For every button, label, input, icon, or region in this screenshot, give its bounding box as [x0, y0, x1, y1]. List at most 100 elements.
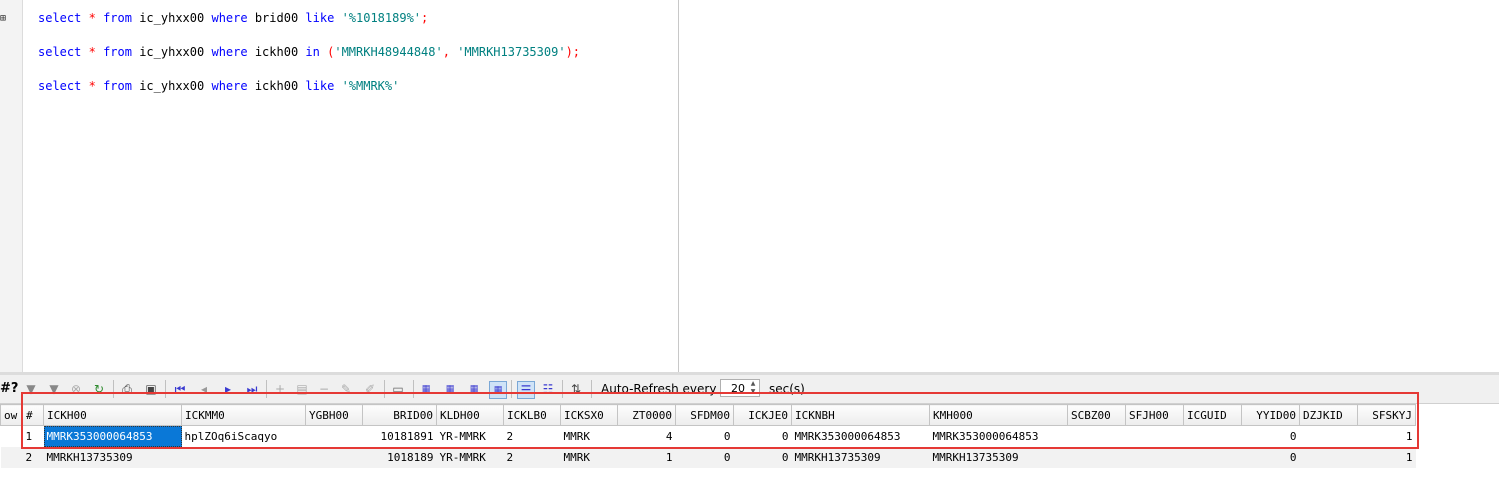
column-header-sfdm00[interactable]: SFDM00 — [675, 404, 734, 426]
cell-zt0000[interactable]: 1 — [617, 447, 676, 468]
cell-brid00[interactable]: 1018189 — [362, 447, 437, 468]
spinner-arrows-icon[interactable]: ▲ ▼ — [748, 380, 758, 396]
cell-kldh00[interactable]: YR-MMRK — [436, 447, 504, 468]
cell-icksx0[interactable]: MMRK — [560, 447, 618, 468]
insert-record-icon[interactable]: + — [272, 381, 288, 397]
column-header-icknbh[interactable]: ICKNBH — [791, 404, 930, 426]
cell-sfdm00[interactable]: 0 — [675, 425, 734, 447]
sql-line-3[interactable]: select * from ic_yhxx00 where ickh00 lik… — [38, 78, 399, 94]
sql-line-2[interactable]: select * from ic_yhxx00 where ickh00 in … — [38, 44, 580, 60]
auto-refresh-interval-spinner[interactable]: 20 ▲ ▼ — [720, 379, 760, 397]
cell-scbz00[interactable] — [1067, 447, 1126, 468]
last-record-icon[interactable]: ⏭ — [244, 381, 260, 397]
row-selector[interactable] — [0, 447, 23, 468]
sql-token: ickh00 — [254, 45, 299, 59]
editor-vertical-splitter[interactable] — [678, 0, 679, 372]
column-header-ickje0[interactable]: ICKJE0 — [733, 404, 792, 426]
column-header-ickmm0[interactable]: ICKMM0 — [181, 404, 306, 426]
cell-icguid[interactable] — [1183, 425, 1242, 447]
cell-ickje0[interactable]: 0 — [733, 425, 792, 447]
cell-ickmm0[interactable] — [181, 447, 306, 468]
column-header-icklb0[interactable]: ICKLB0 — [503, 404, 561, 426]
sql-editor[interactable]: ⊞ select * from ic_yhxx00 where brid00 l… — [0, 0, 1499, 372]
cell-dzjkid[interactable] — [1299, 447, 1358, 468]
delete-record-icon[interactable]: − — [316, 381, 332, 397]
sql-token: ic_yhxx00 — [139, 11, 205, 25]
filter-icon[interactable]: ▼ — [23, 381, 39, 397]
row-selector[interactable] — [0, 425, 23, 447]
column-header-zt0000[interactable]: ZT0000 — [617, 404, 676, 426]
cell-ickh00[interactable]: MMRK353000064853 — [43, 425, 182, 447]
cell-brid00[interactable]: 10181891 — [362, 425, 437, 447]
clear-filter-icon[interactable]: ▦ — [466, 381, 482, 397]
auto-refresh-icon[interactable]: ⇅ — [568, 381, 584, 397]
column-header-kldh00[interactable]: KLDH00 — [436, 404, 504, 426]
cell-ygbh00[interactable] — [305, 447, 363, 468]
grid-view-icon[interactable]: ☰ — [517, 381, 535, 399]
save-icon[interactable]: ▣ — [143, 381, 159, 397]
form-view-icon[interactable]: ▭ — [390, 381, 406, 397]
row-index-header[interactable]: # — [22, 404, 44, 426]
cell-icguid[interactable] — [1183, 447, 1242, 468]
cell-icklb0[interactable]: 2 — [503, 447, 561, 468]
refresh-icon[interactable]: ↻ — [91, 381, 107, 397]
post-edit-icon[interactable]: ✎ — [338, 381, 354, 397]
grid-mode-icon[interactable]: ▦ — [489, 381, 507, 399]
cell-dzjkid[interactable] — [1299, 425, 1358, 447]
auto-refresh-interval-value: 20 — [731, 382, 745, 395]
cell-kldh00[interactable]: YR-MMRK — [436, 425, 504, 447]
row-header-corner[interactable]: ow — [0, 404, 23, 426]
cell-icksx0[interactable]: MMRK — [560, 425, 618, 447]
cell-icklb0[interactable]: 2 — [503, 425, 561, 447]
column-header-brid00[interactable]: BRID00 — [362, 404, 437, 426]
table-row[interactable]: 2 MMRKH13735309 1018189 YR-MMRK 2 MMRK 1 0 0 MMRK… — [0, 447, 1416, 468]
record-view-icon[interactable]: ☷ — [540, 381, 556, 397]
fold-expand-icon[interactable]: ⊞ — [0, 14, 6, 24]
duplicate-record-icon[interactable]: ▤ — [294, 381, 310, 397]
cell-yyid00[interactable]: 0 — [1241, 447, 1300, 468]
column-header-icksx0[interactable]: ICKSX0 — [560, 404, 618, 426]
next-record-icon[interactable]: ▸ — [220, 381, 236, 397]
cell-sfskyj[interactable]: 1 — [1357, 447, 1416, 468]
filter-by-example-icon[interactable]: ▦ — [442, 381, 458, 397]
prev-record-icon[interactable]: ◂ — [196, 381, 212, 397]
column-header-dzjkid[interactable]: DZJKID — [1299, 404, 1358, 426]
row-number[interactable]: 2 — [22, 447, 44, 468]
cell-kmh000[interactable]: MMRK353000064853 — [929, 425, 1068, 447]
results-grid[interactable]: ow # ICKH00 ICKMM0 YGBH00 BRID00 KLDH00 ICKLB0 I… — [0, 404, 1499, 504]
column-header-ickh00[interactable]: ICKH00 — [43, 404, 182, 426]
column-header-sfskyj[interactable]: SFSKYJ — [1357, 404, 1416, 426]
cell-sfskyj[interactable]: 1 — [1357, 425, 1416, 447]
cancel-icon[interactable]: ⊗ — [68, 381, 84, 397]
print-icon[interactable]: ⎙ — [119, 381, 135, 397]
cancel-edit-icon[interactable]: ✐ — [362, 381, 378, 397]
cell-icknbh[interactable]: MMRK353000064853 — [791, 425, 930, 447]
cell-ickmm0[interactable]: hplZOq6iScaqyo — [181, 425, 306, 447]
cell-ygbh00[interactable] — [305, 425, 363, 447]
cell-yyid00[interactable]: 0 — [1241, 425, 1300, 447]
cell-kmh000[interactable]: MMRKH13735309 — [929, 447, 1068, 468]
cell-zt0000[interactable]: 4 — [617, 425, 676, 447]
column-header-ygbh00[interactable]: YGBH00 — [305, 404, 363, 426]
cell-sfjh00[interactable] — [1125, 447, 1184, 468]
cell-scbz00[interactable] — [1067, 425, 1126, 447]
table-row[interactable]: 1 MMRK353000064853 hplZOq6iScaqyo 10181891 Y… — [0, 425, 1416, 447]
cell-ickh00[interactable]: MMRKH13735309 — [43, 447, 182, 468]
column-header-yyid00[interactable]: YYID00 — [1241, 404, 1300, 426]
cell-icknbh[interactable]: MMRKH13735309 — [791, 447, 930, 468]
sql-line-1[interactable]: select * from ic_yhxx00 where brid00 lik… — [38, 10, 428, 26]
column-header-icguid[interactable]: ICGUID — [1183, 404, 1242, 426]
column-header-kmh000[interactable]: KMH000 — [929, 404, 1068, 426]
row-number[interactable]: 1 — [22, 425, 44, 447]
cell-ickje0[interactable]: 0 — [733, 447, 792, 468]
column-header-scbz00[interactable]: SCBZ00 — [1067, 404, 1126, 426]
first-record-icon[interactable]: ⏮ — [172, 381, 188, 397]
sort-icon[interactable]: ▼ — [46, 381, 62, 397]
cell-sfdm00[interactable]: 0 — [675, 447, 734, 468]
query-by-example-icon[interactable]: ▦ — [418, 381, 434, 397]
column-header-sfjh00[interactable]: SFJH00 — [1125, 404, 1184, 426]
cell-sfjh00[interactable] — [1125, 425, 1184, 447]
sql-token: where — [211, 79, 248, 93]
sql-token: ); — [565, 45, 581, 59]
